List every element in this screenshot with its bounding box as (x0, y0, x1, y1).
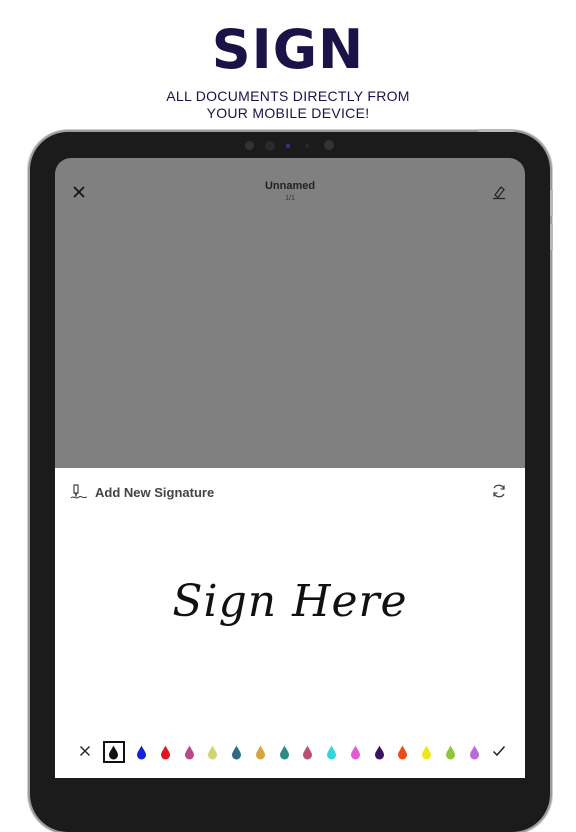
ink-drop-icon (469, 745, 479, 759)
signature-panel-title: Add New Signature (95, 484, 215, 500)
tablet-volume-up-button (550, 190, 553, 216)
ink-color-palette (77, 740, 507, 764)
checkmark-icon (492, 745, 505, 756)
ink-drop-icon (279, 745, 289, 759)
signature-canvas-placeholder[interactable]: Sign Here (55, 576, 525, 627)
front-camera-lens (265, 141, 275, 151)
pen-edit-icon (493, 186, 505, 200)
ink-color-swatch[interactable] (372, 743, 386, 761)
ink-color-swatch[interactable] (420, 743, 434, 761)
page-indicator: 1/1 (285, 195, 295, 202)
front-camera-flood (305, 144, 309, 148)
promo-headline: SIGN (211, 18, 365, 81)
signature-sheet: Add New Signature Sign Here (55, 468, 525, 778)
front-camera-dot-2 (324, 140, 334, 150)
ink-drop-icon (137, 745, 146, 759)
ink-drop-icon (232, 745, 241, 759)
front-camera-dot (286, 144, 290, 148)
app-screen: Unnamed 1/1 Add New Signature Sign Here (55, 158, 525, 778)
promo-subline: ALL DOCUMENTS DIRECTLY FROM YOUR MOBILE … (0, 88, 576, 122)
ink-color-swatch[interactable] (443, 743, 457, 761)
ink-color-swatch[interactable] (158, 743, 172, 761)
ink-color-swatch[interactable] (325, 743, 339, 761)
refresh-icon (493, 484, 505, 498)
tablet-top-button (478, 129, 514, 132)
ink-drop-icon (350, 745, 360, 759)
ink-color-swatch[interactable] (277, 743, 291, 761)
promo-subline-line-1: ALL DOCUMENTS DIRECTLY FROM (166, 88, 410, 104)
ink-color-swatch[interactable] (135, 743, 149, 761)
ink-drop-icon (303, 745, 313, 759)
ink-drop-icon (109, 745, 119, 759)
signature-pen-icon (70, 484, 88, 499)
ink-drop-icon (327, 745, 336, 759)
ink-color-swatch[interactable] (348, 743, 362, 761)
ink-drop-icon (160, 745, 170, 759)
ink-drop-icon (374, 745, 384, 759)
document-title: Unnamed (264, 180, 316, 192)
ink-color-swatch[interactable] (230, 743, 244, 761)
close-icon (80, 745, 90, 756)
clear-signature-button[interactable] (77, 744, 93, 761)
promo-subline-line-2: YOUR MOBILE DEVICE! (206, 105, 370, 121)
refresh-signature-button[interactable] (491, 483, 509, 501)
edit-button[interactable] (491, 182, 511, 202)
signature-header: Add New Signature (69, 482, 214, 502)
tablet-volume-down-button (550, 224, 553, 250)
ink-color-swatch[interactable] (467, 743, 481, 761)
ink-drop-icon (208, 745, 218, 759)
front-camera-sensor (245, 141, 254, 150)
ink-drop-icon (255, 745, 265, 759)
ink-color-swatch[interactable] (301, 743, 315, 761)
ink-drop-icon (184, 745, 194, 759)
ink-color-swatch[interactable] (102, 741, 125, 763)
ink-color-swatch[interactable] (182, 743, 196, 761)
ink-drop-icon (398, 745, 408, 759)
ink-color-swatch[interactable] (253, 743, 267, 761)
confirm-signature-button[interactable] (491, 744, 507, 761)
ink-drop-icon (422, 745, 431, 759)
ink-color-swatch[interactable] (396, 743, 410, 761)
ink-drop-icon (445, 745, 455, 759)
ink-color-swatch[interactable] (206, 743, 220, 761)
